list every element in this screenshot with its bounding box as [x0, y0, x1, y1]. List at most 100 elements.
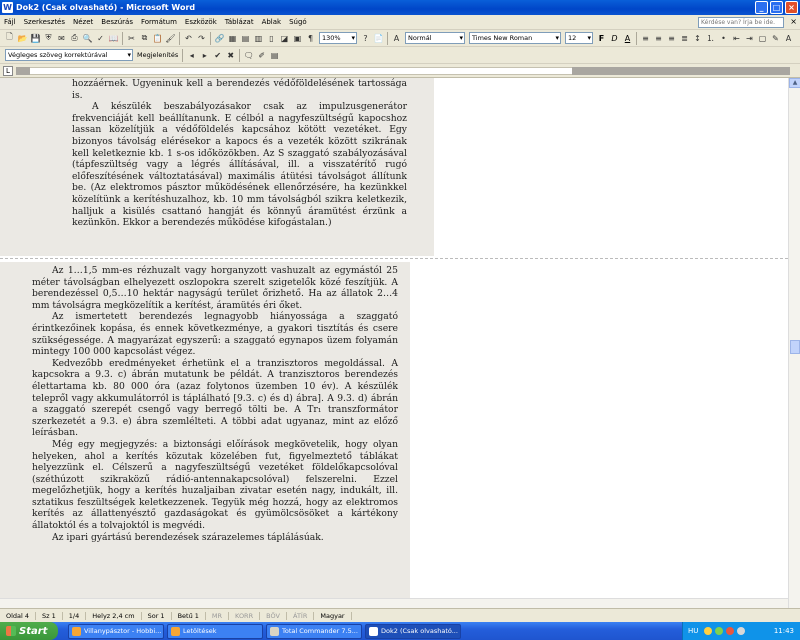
tray-icon[interactable] — [715, 627, 724, 635]
drawing-icon[interactable]: ◪ — [279, 33, 290, 44]
numbering-icon[interactable]: ⒈ — [705, 33, 716, 44]
justify-icon[interactable]: ≣ — [679, 33, 690, 44]
menu-format[interactable]: Formátum — [137, 18, 181, 26]
previous-change-icon[interactable]: ◂ — [186, 50, 197, 61]
start-button[interactable]: Start — [0, 622, 58, 640]
new-document-icon[interactable]: 🗋 — [4, 32, 15, 44]
minimize-button[interactable]: _ — [755, 1, 768, 14]
align-left-icon[interactable]: ≡ — [640, 33, 651, 44]
bullets-icon[interactable]: • — [718, 33, 729, 44]
outside-border-icon[interactable]: ▢ — [757, 33, 768, 44]
spelling-icon[interactable]: ✓ — [95, 33, 106, 44]
accept-change-icon[interactable]: ✔ — [212, 50, 223, 61]
scroll-thumb[interactable] — [790, 340, 800, 354]
close-button[interactable]: × — [785, 1, 798, 14]
insert-comment-icon[interactable]: 🗨 — [243, 50, 254, 61]
tray-icon[interactable] — [704, 627, 713, 635]
copy-icon[interactable]: ⧉ — [139, 33, 150, 44]
scroll-up-icon[interactable]: ▲ — [789, 78, 800, 88]
taskbar-item-word[interactable]: Dok2 (Csak olvasható... — [365, 623, 461, 639]
menu-edit[interactable]: Szerkesztés — [20, 18, 69, 26]
italic-button[interactable]: D — [609, 33, 620, 44]
document-map-icon[interactable]: ▣ — [292, 33, 303, 44]
horizontal-scrollbar[interactable] — [0, 598, 788, 608]
word-app-icon[interactable]: W — [2, 2, 13, 13]
help-search-input[interactable]: Kérdése van? Írja be ide. — [698, 17, 784, 28]
tables-borders-icon[interactable]: ▦ — [227, 33, 238, 44]
undo-icon[interactable]: ↶ — [183, 33, 194, 44]
taskbar-item-firefox[interactable]: Villanypásztor - Hobbi... — [68, 623, 164, 639]
show-menu[interactable]: Megjelenítés — [135, 51, 180, 59]
maximize-button[interactable]: □ — [770, 1, 783, 14]
help-icon[interactable]: ? — [360, 33, 371, 44]
status-extend[interactable]: BŐV — [260, 611, 288, 620]
line-spacing-icon[interactable]: ↕ — [692, 33, 703, 44]
title-bar: W Dok2 (Csak olvasható) - Microsoft Word… — [0, 0, 800, 15]
style-select[interactable]: Normál — [405, 32, 465, 44]
document-close-icon[interactable]: × — [790, 17, 797, 26]
menu-view[interactable]: Nézet — [69, 18, 97, 26]
font-select[interactable]: Times New Roman — [469, 32, 561, 44]
status-language[interactable]: Magyar — [314, 611, 352, 620]
font-size-select[interactable]: 12 — [565, 32, 593, 44]
print-icon[interactable]: ⎙ — [69, 33, 80, 44]
status-bar: Oldal 4 Sz 1 1/4 Helyz 2,4 cm Sor 1 Betű… — [0, 608, 800, 622]
menu-help[interactable]: Súgó — [285, 18, 311, 26]
insert-table-icon[interactable]: ▤ — [240, 33, 251, 44]
menu-table[interactable]: Táblázat — [221, 18, 258, 26]
taskbar-item-total-commander[interactable]: Total Commander 7.5... — [266, 623, 362, 639]
reviewing-pane-icon[interactable]: ▤ — [269, 50, 280, 61]
display-for-review-select[interactable]: Végleges szöveg korrektúrával — [5, 49, 133, 61]
paste-icon[interactable]: 📋 — [152, 33, 163, 44]
status-overtype[interactable]: ÁTÍR — [287, 611, 315, 620]
increase-indent-icon[interactable]: ⇥ — [744, 33, 755, 44]
open-icon[interactable]: 📂 — [17, 33, 28, 44]
reject-change-icon[interactable]: ✖ — [225, 50, 236, 61]
styles-icon[interactable]: A — [391, 33, 402, 44]
horizontal-ruler[interactable]: L — [0, 64, 800, 78]
page1-paragraph: hozzáérnek. Ugyeninuk kell a berendezés … — [72, 78, 407, 101]
taskbar-item-downloads[interactable]: Letöltések — [167, 623, 263, 639]
page2-paragraph: Az ismertetett berendezés legnagyobb hiá… — [32, 311, 398, 358]
underline-button[interactable]: A — [622, 33, 633, 44]
decrease-indent-icon[interactable]: ⇤ — [731, 33, 742, 44]
document-area[interactable]: hozzáérnek. Ugyeninuk kell a berendezés … — [0, 78, 788, 608]
menu-file[interactable]: Fájl — [0, 18, 20, 26]
status-track-changes[interactable]: KORR — [229, 611, 261, 620]
format-painter-icon[interactable]: 🖌 — [165, 33, 176, 44]
window-title: Dok2 (Csak olvasható) - Microsoft Word — [16, 3, 196, 12]
show-hide-icon[interactable]: ¶ — [305, 33, 316, 44]
hyperlink-icon[interactable]: 🔗 — [214, 33, 225, 44]
page2-paragraph: Az ipari gyártású berendezések szárazele… — [52, 531, 324, 543]
columns-icon[interactable]: ▯ — [266, 33, 277, 44]
permission-icon[interactable]: ⛨ — [43, 33, 54, 44]
menu-insert[interactable]: Beszúrás — [97, 18, 137, 26]
redo-icon[interactable]: ↷ — [196, 33, 207, 44]
font-color-icon[interactable]: A — [783, 33, 794, 44]
status-record-macro[interactable]: MR — [206, 611, 230, 620]
menu-window[interactable]: Ablak — [258, 18, 286, 26]
language-indicator[interactable]: HU — [688, 627, 698, 635]
highlight-icon[interactable]: ✎ — [770, 33, 781, 44]
print-preview-icon[interactable]: 🔍 — [82, 33, 93, 44]
research-icon[interactable]: 📖 — [108, 33, 119, 44]
menu-bar: Fájl Szerkesztés Nézet Beszúrás Formátum… — [0, 15, 800, 30]
read-icon[interactable]: 📄 — [373, 33, 384, 44]
align-center-icon[interactable]: ≡ — [653, 33, 664, 44]
status-pages: 1/4 — [63, 611, 87, 620]
track-changes-icon[interactable]: ✐ — [256, 50, 267, 61]
menu-tools[interactable]: Eszközök — [181, 18, 221, 26]
save-icon[interactable]: 💾 — [30, 33, 41, 44]
align-right-icon[interactable]: ≡ — [666, 33, 677, 44]
volume-icon[interactable] — [737, 627, 746, 635]
zoom-select[interactable]: 130% — [319, 32, 357, 44]
excel-icon[interactable]: ▥ — [253, 33, 264, 44]
next-change-icon[interactable]: ▸ — [199, 50, 210, 61]
email-icon[interactable]: ✉ — [56, 33, 67, 44]
tray-icon[interactable] — [726, 627, 735, 635]
bold-button[interactable]: F — [596, 33, 607, 44]
tab-selector-icon[interactable]: L — [3, 66, 13, 76]
word-icon — [369, 626, 378, 636]
cut-icon[interactable]: ✂ — [126, 33, 137, 44]
vertical-scrollbar[interactable]: ▲ — [788, 78, 800, 608]
